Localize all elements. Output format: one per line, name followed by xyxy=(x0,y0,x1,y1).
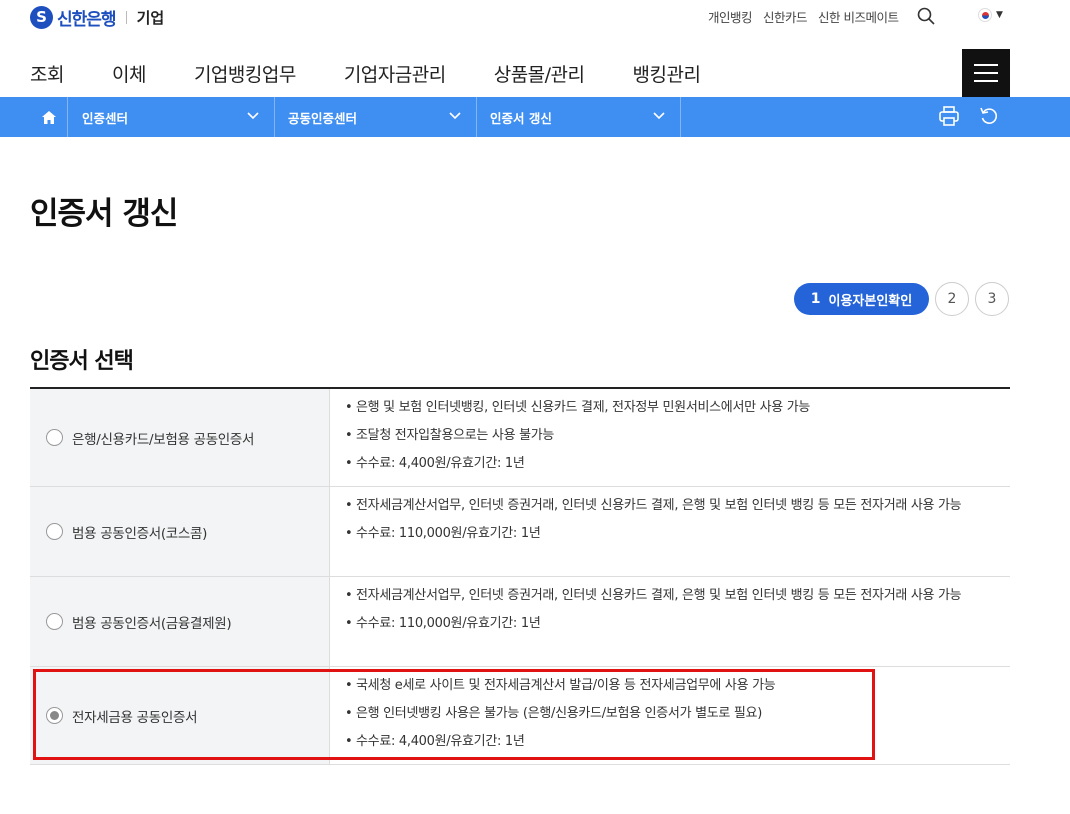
util-link-personal[interactable]: 개인뱅킹 xyxy=(708,7,753,26)
nav-item-inquiry[interactable]: 조회 xyxy=(30,60,64,87)
cert-name: 전자세금용 공동인증서 xyxy=(72,709,198,726)
logo-divider xyxy=(125,10,127,24)
list-item: 전자세금계산서업무, 인터넷 증권거래, 인터넷 신용카드 결제, 은행 및 보… xyxy=(345,587,995,605)
step-3: 3 xyxy=(975,282,1009,316)
table-row: 전자세금용 공동인증서 국세청 e세로 사이트 및 전자세금계산서 발급/이용 … xyxy=(30,667,1010,765)
breadcrumb-item-joint-cert-center[interactable]: 공동인증센터 xyxy=(275,97,477,137)
list-item: 조달청 전자입찰용으로는 사용 불가능 xyxy=(345,427,995,445)
cert-option-bank-card-insurance[interactable]: 은행/신용카드/보험용 공동인증서 xyxy=(30,389,330,486)
top-bar: S 신한은행 기업 개인뱅킹 신한카드 신한 비즈메이트 ▼ xyxy=(0,0,1070,34)
logo[interactable]: S 신한은행 기업 xyxy=(30,4,164,30)
cert-details: 전자세금계산서업무, 인터넷 증권거래, 인터넷 신용카드 결제, 은행 및 보… xyxy=(330,487,1010,576)
certificate-table: 은행/신용카드/보험용 공동인증서 은행 및 보험 인터넷뱅킹, 인터넷 신용카… xyxy=(30,387,1010,765)
cert-details: 은행 및 보험 인터넷뱅킹, 인터넷 신용카드 결제, 전자정부 민원서비스에서… xyxy=(330,389,1010,486)
list-item: 수수료: 4,400원/유효기간: 1년 xyxy=(345,733,995,751)
breadcrumb-label: 인증센터 xyxy=(82,110,129,126)
korea-flag-icon xyxy=(978,8,992,22)
shinhan-logo-icon: S xyxy=(30,5,53,29)
chevron-down-icon xyxy=(653,112,665,120)
radio-button[interactable] xyxy=(46,613,63,630)
list-item: 수수료: 4,400원/유효기간: 1년 xyxy=(345,455,995,473)
chevron-down-icon xyxy=(247,112,259,120)
breadcrumb-item-cert-renewal[interactable]: 인증서 갱신 xyxy=(477,97,681,137)
language-selector[interactable]: ▼ xyxy=(978,8,1003,22)
list-item: 수수료: 110,000원/유효기간: 1년 xyxy=(345,615,995,633)
chevron-down-icon xyxy=(449,112,461,120)
chevron-down-icon: ▼ xyxy=(996,10,1003,20)
logo-bank-name: 신한은행 xyxy=(57,9,117,30)
nav-item-fund-management[interactable]: 기업자금관리 xyxy=(344,60,446,87)
list-item: 은행 인터넷뱅킹 사용은 불가능 (은행/신용카드/보험용 인증서가 별도로 필… xyxy=(345,705,995,723)
breadcrumb: 인증센터 공동인증센터 인증서 갱신 xyxy=(0,97,1070,137)
radio-button[interactable] xyxy=(46,523,63,540)
step-number: 1 xyxy=(810,291,821,307)
home-icon[interactable] xyxy=(30,97,68,137)
cert-name: 범용 공동인증서(금융결제원) xyxy=(72,615,232,632)
hamburger-menu-icon[interactable] xyxy=(962,49,1010,97)
nav-item-transfer[interactable]: 이체 xyxy=(112,60,146,87)
breadcrumb-label: 공동인증센터 xyxy=(288,110,358,126)
cert-option-general-kftc[interactable]: 범용 공동인증서(금융결제원) xyxy=(30,577,330,666)
table-row: 범용 공동인증서(코스콤) 전자세금계산서업무, 인터넷 증권거래, 인터넷 신… xyxy=(30,487,1010,577)
utility-links: 개인뱅킹 신한카드 신한 비즈메이트 xyxy=(708,6,936,26)
breadcrumb-item-cert-center[interactable]: 인증센터 xyxy=(69,97,275,137)
breadcrumb-label: 인증서 갱신 xyxy=(490,110,552,126)
progress-stepper: 1 이용자본인확인 2 3 xyxy=(794,282,1009,316)
step-label: 이용자본인확인 xyxy=(828,293,913,309)
cert-option-general-koscom[interactable]: 범용 공동인증서(코스콤) xyxy=(30,487,330,576)
cert-details: 국세청 e세로 사이트 및 전자세금계산서 발급/이용 등 전자세금업무에 사용… xyxy=(330,667,1010,764)
table-row: 범용 공동인증서(금융결제원) 전자세금계산서업무, 인터넷 증권거래, 인터넷… xyxy=(30,577,1010,667)
util-link-card[interactable]: 신한카드 xyxy=(763,7,808,26)
list-item: 국세청 e세로 사이트 및 전자세금계산서 발급/이용 등 전자세금업무에 사용… xyxy=(345,677,995,695)
step-1-active: 1 이용자본인확인 xyxy=(794,283,929,315)
list-item: 전자세금계산서업무, 인터넷 증권거래, 인터넷 신용카드 결제, 은행 및 보… xyxy=(345,497,995,515)
page-title: 인증서 갱신 xyxy=(30,196,178,232)
main-nav: 조회 이체 기업뱅킹업무 기업자금관리 상품몰/관리 뱅킹관리 xyxy=(0,48,1070,97)
list-item: 은행 및 보험 인터넷뱅킹, 인터넷 신용카드 결제, 전자정부 민원서비스에서… xyxy=(345,399,995,417)
util-link-bizmate[interactable]: 신한 비즈메이트 xyxy=(818,7,899,26)
page-tools xyxy=(938,105,1000,131)
section-title: 인증서 선택 xyxy=(30,349,134,374)
table-row: 은행/신용카드/보험용 공동인증서 은행 및 보험 인터넷뱅킹, 인터넷 신용카… xyxy=(30,389,1010,487)
nav-item-products[interactable]: 상품몰/관리 xyxy=(494,60,585,87)
cert-name: 은행/신용카드/보험용 공동인증서 xyxy=(72,431,255,448)
radio-button-selected[interactable] xyxy=(46,707,63,724)
step-2: 2 xyxy=(935,282,969,316)
nav-item-banking-management[interactable]: 뱅킹관리 xyxy=(633,60,701,87)
cert-name: 범용 공동인증서(코스콤) xyxy=(72,525,208,542)
logo-corp-label: 기업 xyxy=(136,8,165,27)
list-item: 수수료: 110,000원/유효기간: 1년 xyxy=(345,525,995,543)
refresh-icon[interactable] xyxy=(978,105,1000,131)
radio-button[interactable] xyxy=(46,429,63,446)
cert-option-e-tax[interactable]: 전자세금용 공동인증서 xyxy=(30,667,330,764)
cert-details: 전자세금계산서업무, 인터넷 증권거래, 인터넷 신용카드 결제, 은행 및 보… xyxy=(330,577,1010,666)
search-icon[interactable] xyxy=(916,6,936,26)
nav-item-corp-banking[interactable]: 기업뱅킹업무 xyxy=(194,60,296,87)
print-icon[interactable] xyxy=(938,105,960,131)
